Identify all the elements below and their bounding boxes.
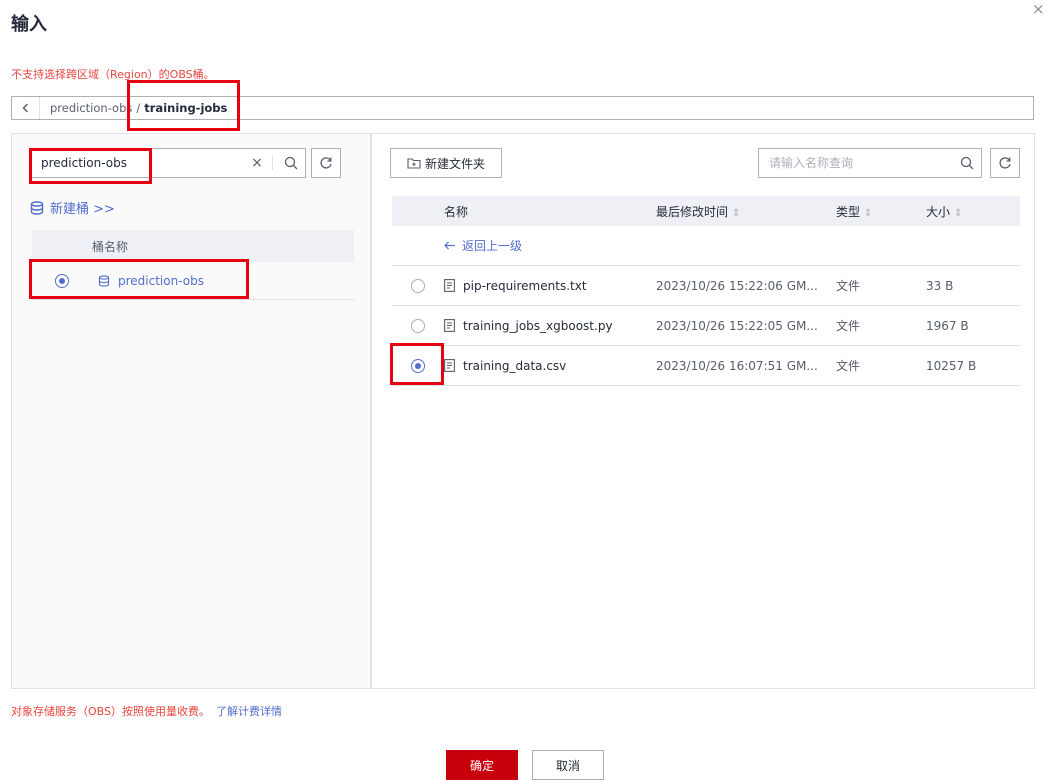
billing-note-text: 对象存储服务（OBS）按照使用量收费。 [11, 705, 210, 718]
new-bucket-link[interactable]: 新建桶 >> [30, 198, 115, 217]
bucket-panel: prediction-obs × 新建桶 >> 桶名称 prediction-o… [11, 133, 371, 689]
file-size: 10257 B [926, 358, 977, 373]
file-size: 1967 B [926, 318, 969, 333]
search-icon[interactable] [953, 149, 981, 177]
new-bucket-label[interactable]: 新建桶 >> [50, 198, 115, 217]
sort-icon[interactable]: ⇕ [954, 208, 962, 219]
bucket-icon [98, 274, 110, 287]
bucket-name-column: 桶名称 [92, 239, 129, 254]
file-radio[interactable] [411, 318, 425, 333]
billing-details-link[interactable]: 了解计费详情 [216, 705, 282, 718]
file-row[interactable]: training_jobs_xgboost.py 2023/10/26 15:2… [392, 306, 1020, 346]
path-separator: / [136, 101, 141, 115]
file-table-header: 名称 最后修改时间 ⇕ 类型 ⇕ 大小 ⇕ [392, 196, 1020, 226]
path-segment-bucket[interactable]: prediction-obs [50, 101, 132, 115]
bucket-radio[interactable] [55, 273, 69, 288]
column-modified[interactable]: 最后修改时间 ⇕ [656, 203, 836, 220]
column-type[interactable]: 类型 ⇕ [836, 203, 926, 220]
file-icon [444, 319, 455, 332]
bucket-row[interactable]: prediction-obs [32, 262, 354, 300]
file-table: 名称 最后修改时间 ⇕ 类型 ⇕ 大小 ⇕ 返回上一级 pip-requirement… [392, 196, 1020, 386]
dialog-title: 输入 [11, 14, 47, 35]
refresh-icon [999, 157, 1011, 169]
bucket-search-value[interactable]: prediction-obs [31, 156, 246, 170]
file-type: 文件 [836, 359, 861, 373]
file-size: 33 B [926, 278, 954, 293]
warning-text-before: 不支持选择跨区域（ [11, 68, 110, 81]
file-name: training_data.csv [463, 358, 567, 373]
column-name-label: 名称 [444, 204, 469, 219]
file-type: 文件 [836, 279, 861, 293]
confirm-button[interactable]: 确定 [446, 750, 518, 780]
file-panel: 新建文件夹 名称 最后修改时间⇕ 类型⇕ 大小⇕ 返回上一级 pip-requi… [371, 133, 1035, 689]
warning-region: Region [110, 68, 148, 81]
file-modified: 2023/10/26 15:22:06 GM... [656, 278, 818, 293]
file-modified: 2023/10/26 15:22:05 GM... [656, 318, 818, 333]
file-row[interactable]: pip-requirements.txt 2023/10/26 15:22:06… [392, 266, 1020, 306]
bucket-table-header: 桶名称 [32, 230, 354, 262]
billing-note: 对象存储服务（OBS）按照使用量收费。 了解计费详情 [11, 703, 282, 719]
file-row[interactable]: training_data.csv 2023/10/26 16:07:51 GM… [392, 346, 1020, 386]
bucket-name[interactable]: prediction-obs [118, 274, 204, 288]
back-arrow-icon[interactable] [12, 97, 40, 119]
new-folder-label[interactable]: 新建文件夹 [425, 155, 485, 172]
new-folder-button[interactable]: 新建文件夹 [390, 148, 503, 178]
file-icon [444, 279, 455, 292]
column-size[interactable]: 大小 ⇕ [926, 203, 1020, 220]
file-name: pip-requirements.txt [463, 278, 587, 293]
sort-icon[interactable]: ⇕ [864, 208, 872, 219]
divider [272, 156, 273, 170]
file-modified: 2023/10/26 16:07:51 GM... [656, 358, 818, 373]
refresh-icon [320, 157, 332, 169]
column-type-label: 类型 [836, 204, 861, 219]
refresh-buckets-button[interactable] [311, 148, 341, 178]
clear-icon[interactable]: × [246, 155, 268, 171]
file-radio[interactable] [411, 358, 425, 373]
region-warning: 不支持选择跨区域（Region）的OBS桶。 [11, 66, 215, 82]
path-breadcrumb: prediction-obs / training-jobs [11, 96, 1034, 120]
back-label[interactable]: 返回上一级 [462, 237, 522, 254]
bucket-search-input[interactable]: prediction-obs × [30, 148, 306, 178]
column-size-label: 大小 [926, 204, 951, 219]
file-type: 文件 [836, 319, 861, 333]
return-icon [444, 241, 455, 249]
file-radio[interactable] [411, 278, 425, 293]
search-icon[interactable] [277, 149, 305, 177]
file-icon [444, 359, 455, 372]
cancel-button[interactable]: 取消 [532, 750, 604, 780]
path-segment-current: training-jobs [144, 101, 228, 115]
column-name: 名称 [444, 203, 656, 220]
file-search-field[interactable] [759, 156, 953, 170]
back-to-parent-link[interactable]: 返回上一级 [444, 237, 656, 254]
close-icon[interactable]: × [1032, 0, 1045, 18]
bucket-icon [30, 200, 44, 215]
warning-text-after: ）的OBS桶。 [147, 68, 215, 81]
file-search-input[interactable] [758, 148, 982, 178]
new-folder-icon [407, 158, 421, 169]
column-modified-label: 最后修改时间 [656, 204, 729, 219]
back-row: 返回上一级 [392, 226, 1020, 266]
sort-icon[interactable]: ⇕ [732, 208, 740, 219]
refresh-files-button[interactable] [990, 148, 1020, 178]
file-name: training_jobs_xgboost.py [463, 318, 613, 333]
